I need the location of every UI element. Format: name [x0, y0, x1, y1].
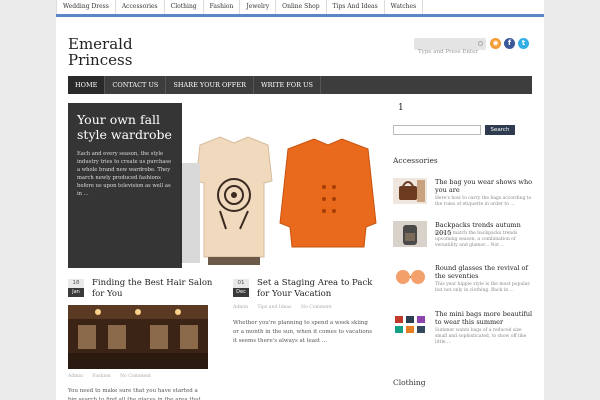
post-category[interactable]: Fashion: [93, 374, 111, 379]
post-date: 18 Jan: [68, 279, 84, 297]
sidebar-heading-clothing: Clothing: [393, 378, 426, 387]
salon-photo: [68, 305, 208, 369]
post-meta: Admin Fashion No Comment: [68, 374, 159, 379]
sidebar-post: Round glasses the revival of the seventi…: [393, 264, 533, 306]
nav-home[interactable]: HOME: [68, 76, 106, 94]
post-date-month: Jan: [68, 288, 84, 297]
post-comments[interactable]: No Comment: [120, 374, 151, 379]
facebook-icon[interactable]: f: [504, 38, 515, 49]
sidebar-post: The mini bags more beautiful to wear thi…: [393, 310, 533, 352]
sidebar-thumb[interactable]: [393, 264, 427, 290]
topnav-link-jewelry[interactable]: Jewelry: [240, 0, 277, 14]
topnav-link-fashion[interactable]: Fashion: [204, 0, 241, 14]
sidebar-post: Backpacks trends autumn 2015 How to matc…: [393, 221, 533, 263]
nav-write-for-us[interactable]: WRITE FOR US: [254, 76, 321, 94]
topnav-link-watches[interactable]: Watches: [385, 0, 424, 14]
post-comments[interactable]: No Comment: [301, 305, 332, 310]
glasses-photo: [393, 264, 427, 290]
topnav-link-clothing[interactable]: Clothing: [165, 0, 204, 14]
sidebar-thumb[interactable]: [393, 221, 427, 247]
post-title[interactable]: Finding the Best Hair Salon for You: [92, 278, 222, 300]
featured-title[interactable]: Your own fall style wardrobe: [77, 112, 173, 142]
search-placeholder: Type and Press Enter: [418, 49, 479, 55]
post-date-day: 18: [68, 279, 84, 288]
sidebar-post-excerpt: Summer wants bags of a reduced size smal…: [435, 328, 527, 345]
bag-photo: [393, 178, 427, 204]
post-date-month: Dec: [233, 288, 249, 297]
sidebar-thumb[interactable]: [393, 310, 427, 336]
search-icon: [478, 41, 483, 46]
sidebar-post-excerpt: This year hippie style is the most popul…: [435, 282, 531, 293]
nav-contact-us[interactable]: CONTACT US: [105, 76, 167, 94]
post-date-day: 01: [233, 279, 249, 288]
topnav-link-tips-and-ideas[interactable]: Tips And Ideas: [327, 0, 385, 14]
post-author[interactable]: Admin: [68, 374, 83, 379]
sidebar-thumb[interactable]: [393, 178, 427, 204]
sidebar-heading-accessories: Accessories: [393, 156, 438, 165]
featured-excerpt: Each and every season, the style industr…: [77, 151, 172, 197]
sidebar-post: The bag you wear shows who you are Here'…: [393, 178, 533, 220]
post-excerpt: Whether you're planning to spend a week …: [233, 320, 373, 344]
post-date: 01 Dec: [233, 279, 249, 297]
top-category-bar: Wedding Dress Accessories Clothing Fashi…: [56, 0, 544, 17]
main-nav: HOME CONTACT US SHARE YOUR OFFER WRITE F…: [68, 76, 532, 94]
site-logo[interactable]: Emerald Princess: [68, 36, 188, 68]
page-number[interactable]: 1: [398, 103, 404, 113]
site-title-line1: Emerald: [68, 35, 133, 53]
nav-share-your-offer[interactable]: SHARE YOUR OFFER: [166, 76, 254, 94]
sidebar-post-title[interactable]: The mini bags more beautiful to wear thi…: [435, 310, 535, 326]
sidebar-post-title[interactable]: Round glasses the revival of the seventi…: [435, 264, 535, 280]
mini-bags-photo: [393, 310, 427, 336]
post-author[interactable]: Admin: [233, 305, 248, 310]
sidebar-search-button[interactable]: Search: [485, 125, 515, 135]
topnav-link-accessories[interactable]: Accessories: [116, 0, 165, 14]
twitter-icon[interactable]: t: [518, 38, 529, 49]
page-container: Emerald Princess Type and Press Enter ◉ …: [56, 17, 544, 400]
featured-caption: Your own fall style wardrobe Each and ev…: [68, 103, 182, 268]
sidebar-post-title[interactable]: The bag you wear shows who you are: [435, 178, 535, 194]
header-search-input[interactable]: Type and Press Enter: [414, 38, 486, 55]
sidebar-post-excerpt: How to match the backpacks trends upcomi…: [435, 231, 518, 248]
post-meta: Admin Tips and Ideas No Comment: [233, 305, 340, 310]
topnav-link-wedding-dress[interactable]: Wedding Dress: [56, 0, 116, 14]
featured-slider[interactable]: Your own fall style wardrobe Each and ev…: [68, 103, 379, 268]
backpack-photo: [393, 221, 427, 247]
post-category[interactable]: Tips and Ideas: [258, 305, 292, 310]
sidebar-search-input[interactable]: [393, 125, 481, 135]
site-title-line2: Princess: [68, 51, 133, 69]
rss-icon[interactable]: ◉: [490, 38, 501, 49]
sidebar-post-excerpt: Here's how to carry the bags according t…: [435, 196, 532, 207]
post-thumbnail[interactable]: [68, 305, 208, 369]
post-title[interactable]: Set a Staging Area to Pack for Your Vaca…: [257, 278, 387, 300]
post-excerpt: You need to make sure that you have star…: [68, 388, 201, 400]
topnav-link-online-shop[interactable]: Online Shop: [276, 0, 327, 14]
